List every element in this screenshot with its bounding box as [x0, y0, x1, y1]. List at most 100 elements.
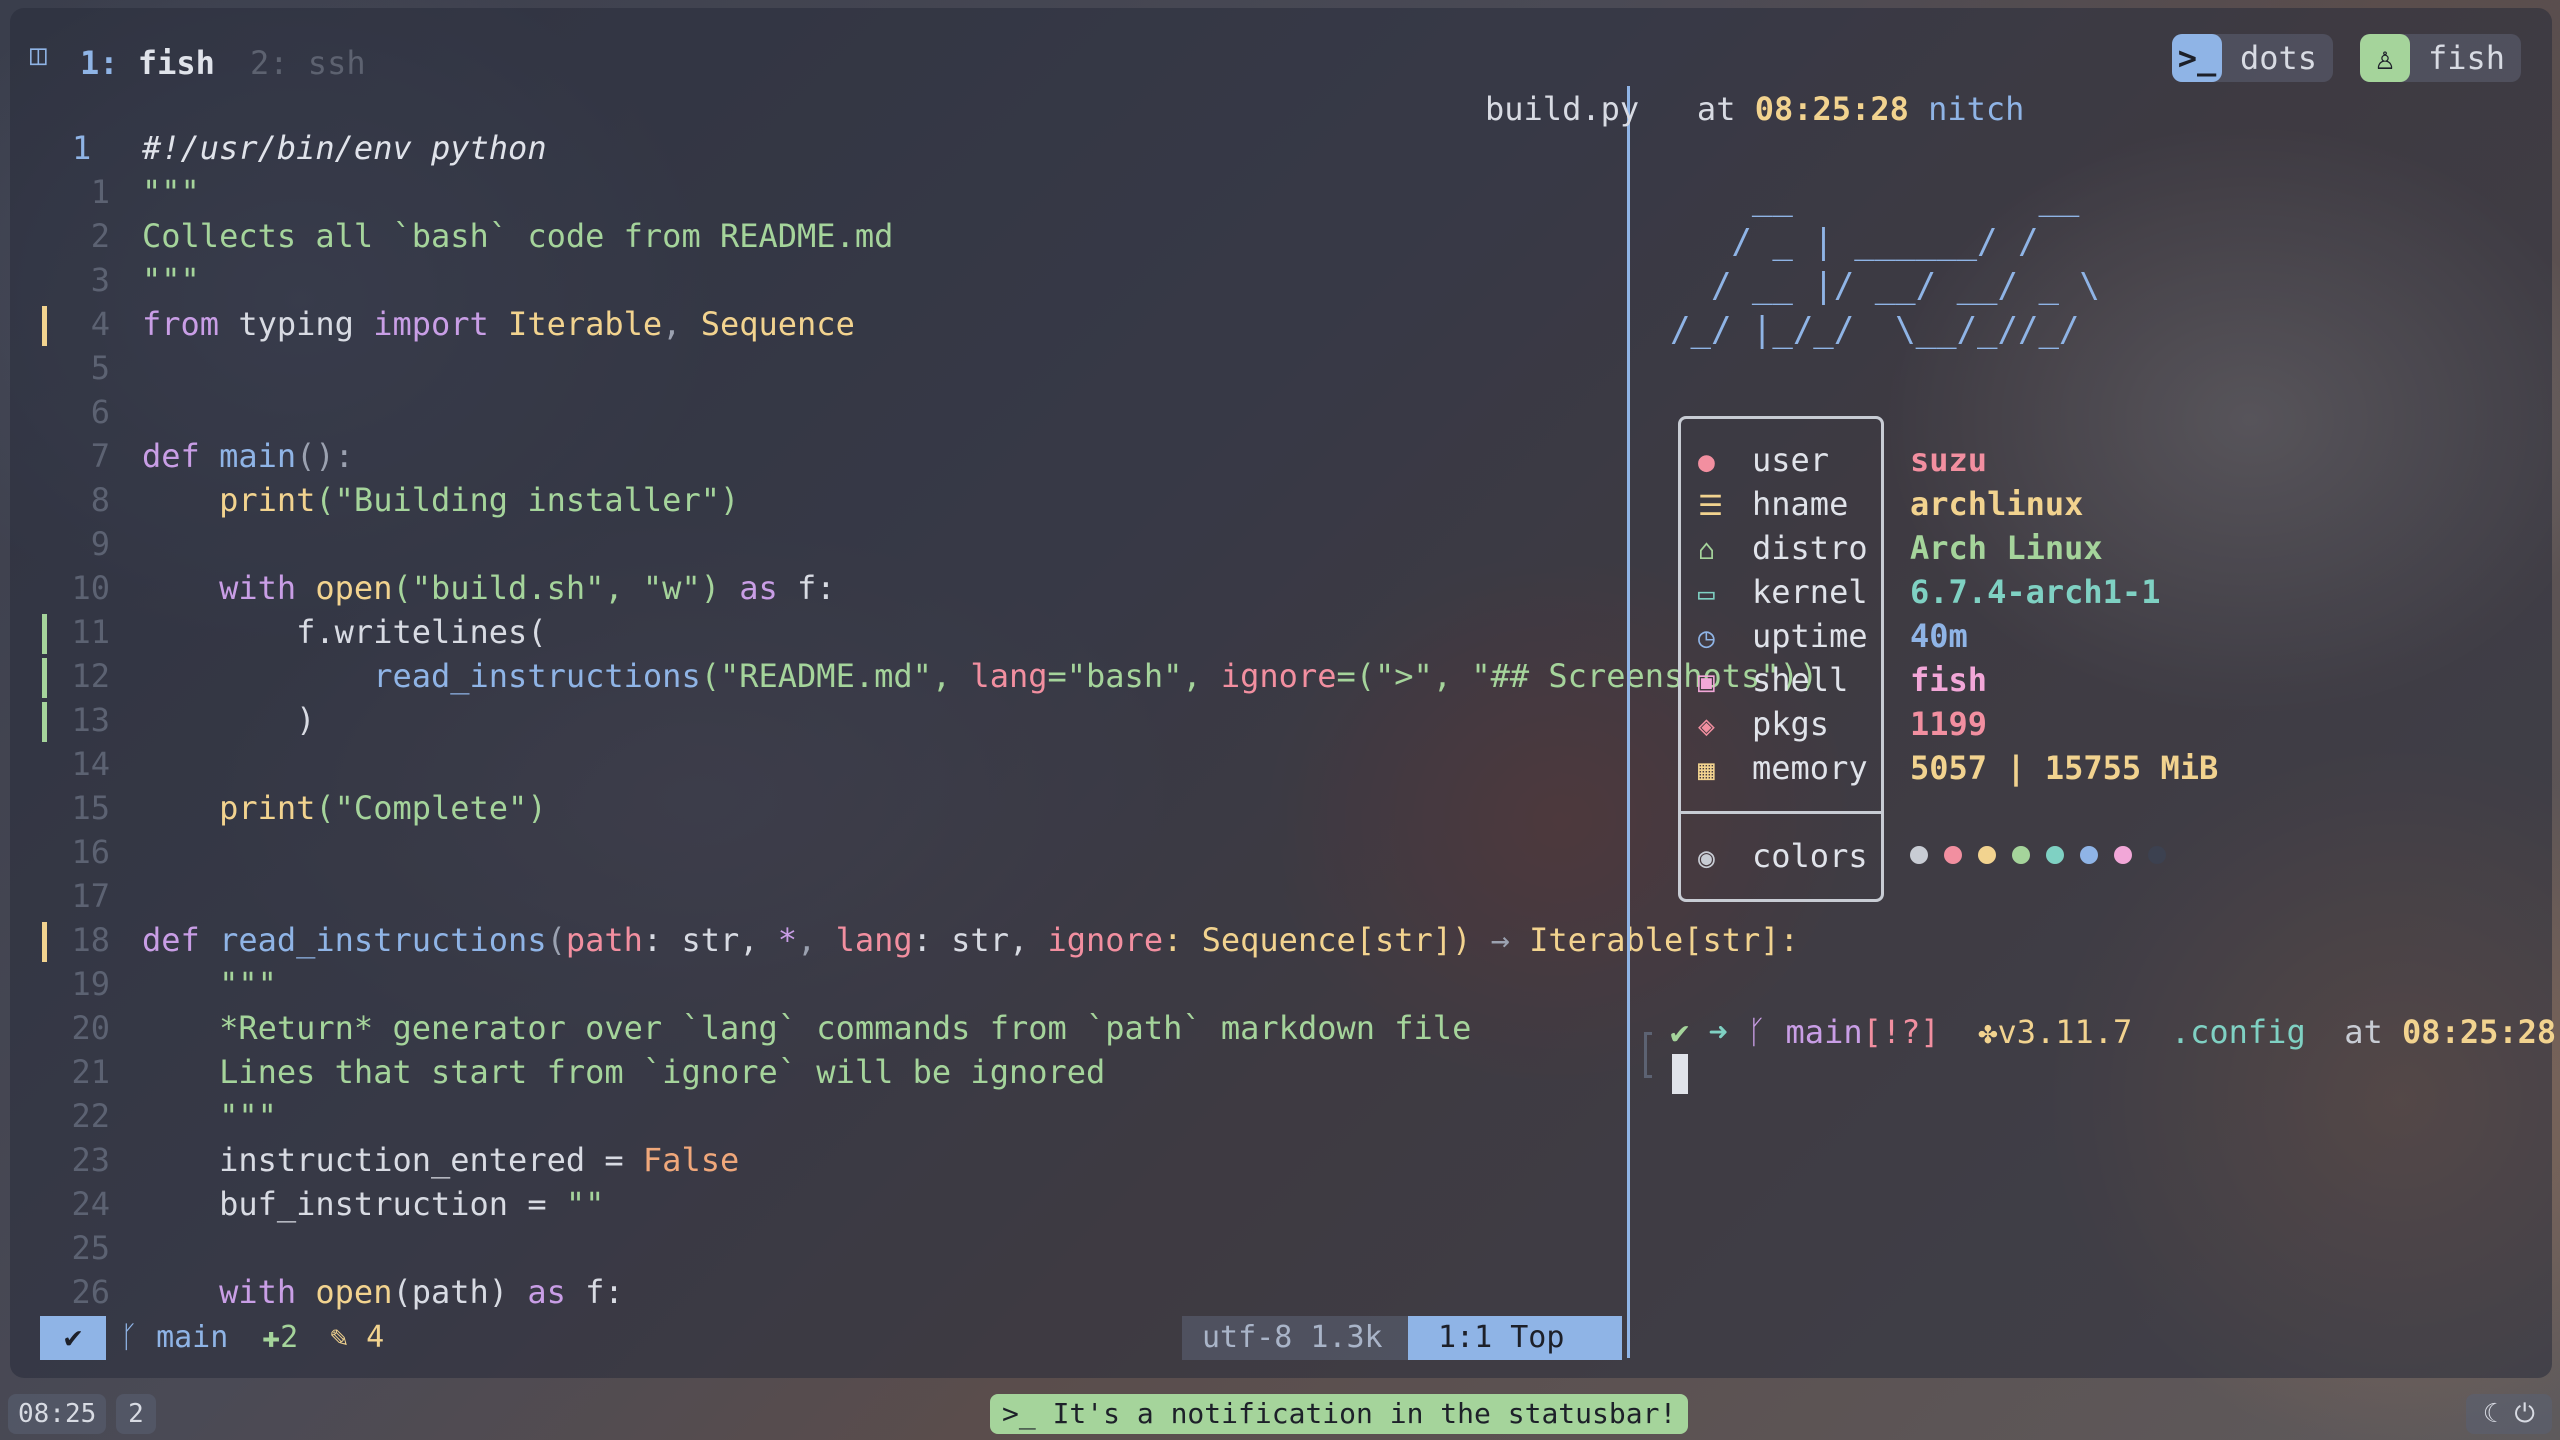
code-line[interactable]: 3 """ [32, 258, 1622, 302]
cursor-position: 1:1 Top [1408, 1316, 1622, 1360]
code-line[interactable]: 10 with open("build.sh", "w") as f: [32, 566, 1622, 610]
branch-icon: ᚴ [1747, 1013, 1767, 1051]
code-line[interactable]: 5 [32, 346, 1622, 390]
code-line[interactable]: 14 [32, 742, 1622, 786]
code-text: with open("build.sh", "w") as f: [142, 569, 836, 607]
workspace-indicator[interactable]: 2 [116, 1394, 156, 1434]
layout-icon[interactable]: ◫ [30, 40, 60, 70]
tab-bar: ◫ 1: fish 2: ssh >_ dots ♙ fish [10, 8, 2552, 103]
tab-ssh[interactable]: 2: ssh [250, 44, 366, 82]
fetch-value-shell: fish [1910, 661, 1988, 699]
code-line[interactable]: 2 Collects all `bash` code from README.m… [32, 214, 1622, 258]
palette-dot [2012, 846, 2030, 864]
code-line[interactable]: 24 buf_instruction = "" [32, 1182, 1622, 1226]
moon-icon: ☾ [2483, 1399, 2499, 1429]
fetch-row-shell: ▣ shell [1698, 658, 1848, 702]
code-line[interactable]: 1 """ [32, 170, 1622, 214]
code-line[interactable]: 1 #!/usr/bin/env python [32, 126, 1622, 170]
line-number: 18 [71, 921, 110, 959]
git-branch: ᚴ main [120, 1320, 229, 1355]
palette-icon: ◉ [1698, 841, 1715, 874]
code-line[interactable]: 11 f.writelines( [32, 610, 1622, 654]
code-line[interactable]: 12 read_instructions("README.md", lang="… [32, 654, 1818, 698]
chip-icon: ▦ [1698, 753, 1715, 786]
editor-pane[interactable]: 1 #!/usr/bin/env python 1 """ 2 Collects… [32, 126, 1818, 1326]
clock-icon: ◷ [1698, 621, 1715, 654]
tab-fish[interactable]: 1: fish [80, 44, 215, 82]
code-line[interactable]: 18 def read_instructions(path: str, *, l… [32, 918, 1799, 962]
fetch-value-kernel: 6.7.4-arch1-1 [1910, 573, 2161, 611]
arrow-icon: ➜ [1708, 1013, 1728, 1051]
code-line[interactable]: 25 [32, 1226, 1622, 1270]
pane-divider[interactable] [1627, 86, 1630, 1358]
code-line[interactable]: 6 [32, 390, 1622, 434]
line-number: 19 [71, 965, 110, 1003]
code-text: f.writelines( [142, 613, 547, 651]
tray-icons[interactable]: ☾ ⏻ [2466, 1394, 2552, 1434]
fetch-value-pkgs: 1199 [1910, 705, 1988, 743]
git-added-count: ✚2 [262, 1320, 299, 1355]
code-text: """ [142, 173, 200, 211]
pill-dots[interactable]: >_ dots [2172, 34, 2334, 82]
arch-ascii-logo: __ __ / _ | ______/ / / __ |/ __/ __/ _ … [1670, 178, 2100, 350]
code-text: from typing import Iterable, Sequence [142, 305, 855, 343]
clock[interactable]: 08:25 [8, 1394, 107, 1434]
palette-dot [2046, 846, 2064, 864]
tab-label: ssh [307, 44, 366, 82]
code-text: print("Complete") [142, 789, 547, 827]
code-line[interactable]: 23 instruction_entered = False [32, 1138, 1622, 1182]
code-line[interactable]: 9 [32, 522, 1622, 566]
fetch-row-uptime: ◷ uptime [1698, 614, 1868, 658]
code-line[interactable]: 8 print("Building installer") [32, 478, 1622, 522]
palette-dot [2148, 846, 2166, 864]
fetch-row-kernel: ▭ kernel [1698, 570, 1868, 614]
line-number: 22 [71, 1097, 110, 1135]
branch-icon: ᚴ [120, 1320, 138, 1355]
code-line[interactable]: 17 [32, 874, 1622, 918]
line-number: 3 [90, 261, 110, 299]
line-number: 16 [71, 833, 110, 871]
code-text: Collects all `bash` code from README.md [142, 217, 894, 255]
code-line[interactable]: 7 def main(): [32, 434, 1622, 478]
code-text: #!/usr/bin/env python [142, 129, 547, 167]
tab-index: 1: [80, 44, 119, 82]
package-icon: ◈ [1698, 709, 1715, 742]
code-text: ) [142, 701, 316, 739]
code-line[interactable]: 15 print("Complete") [32, 786, 1622, 830]
pill-label: dots [2240, 39, 2318, 77]
code-line[interactable]: 26 with open(path) as f: [32, 1270, 1622, 1314]
line-number: 2 [90, 217, 110, 255]
line-number: 6 [90, 393, 110, 431]
code-text: *Return* generator over `lang` commands … [142, 1009, 1472, 1047]
user-icon: ● [1698, 445, 1715, 478]
code-line[interactable]: 21 Lines that start from `ignore` will b… [32, 1050, 1622, 1094]
palette-dot [1910, 846, 1928, 864]
hostname-icon: ☰ [1698, 489, 1724, 522]
code-line[interactable]: 4 from typing import Iterable, Sequence [32, 302, 1622, 346]
line-number: 9 [90, 525, 110, 563]
line-number: 7 [90, 437, 110, 475]
code-line[interactable]: 20 *Return* generator over `lang` comman… [32, 1006, 1622, 1050]
tab-index: 2: [250, 44, 289, 82]
notification[interactable]: >_ It's a notification in the statusbar! [990, 1394, 1689, 1434]
terminal-icon: >_ [2172, 34, 2222, 82]
fetch-value-memory: 5057 | 15755 MiB [1910, 749, 2219, 787]
line-number: 20 [71, 1009, 110, 1047]
line-number: 25 [71, 1229, 110, 1267]
palette-dot [1978, 846, 1996, 864]
code-line[interactable]: 19 """ [32, 962, 1622, 1006]
fetch-value-hname: archlinux [1910, 485, 2084, 523]
terminal-window[interactable]: ◫ 1: fish 2: ssh >_ dots ♙ fish 1 #!/usr/b… [10, 8, 2556, 1378]
code-line[interactable]: 22 """ [32, 1094, 1622, 1138]
prompt-bracket [1644, 1032, 1652, 1078]
code-line[interactable]: 16 [32, 830, 1622, 874]
terminal-cursor[interactable] [1672, 1054, 1688, 1094]
line-number: 1 [72, 129, 92, 167]
code-text: instruction_entered = False [142, 1141, 740, 1179]
code-line[interactable]: 13 ) [32, 698, 1622, 742]
pill-fish[interactable]: ♙ fish [2360, 34, 2522, 82]
line-number: 15 [71, 789, 110, 827]
editor-statusline: ✔ ᚴ main ✚2 ✎ 4 utf-8 1.3k 1:1 Top [40, 1316, 1622, 1360]
code-text: def read_instructions(path: str, *, lang… [142, 921, 1799, 959]
line-number: 23 [71, 1141, 110, 1179]
